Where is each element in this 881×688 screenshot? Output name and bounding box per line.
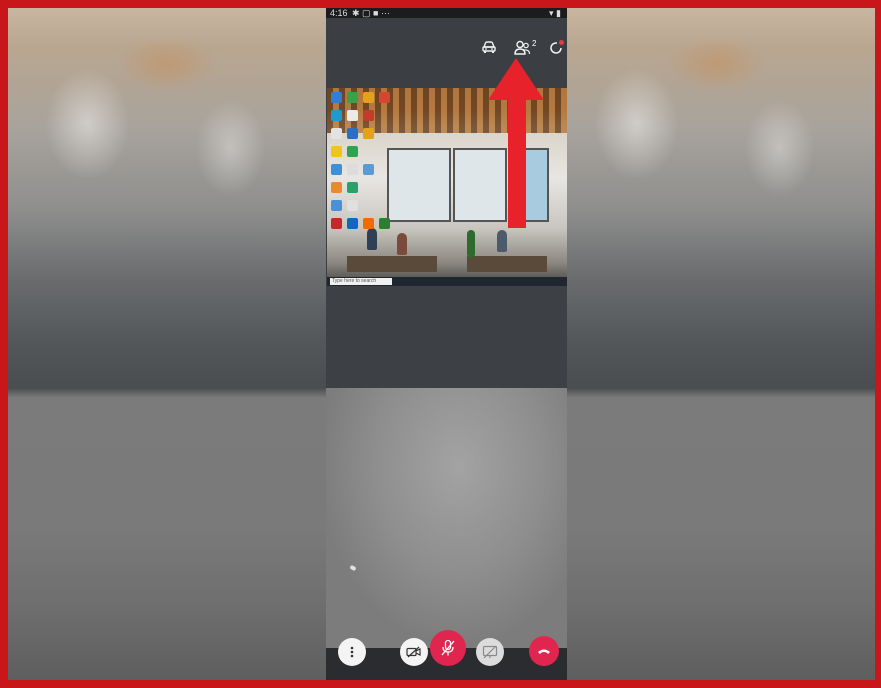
desktop-icon <box>331 164 342 175</box>
desktop-icon <box>347 218 358 229</box>
notification-dot <box>559 40 564 45</box>
office-person <box>497 230 507 252</box>
self-camera-view <box>326 388 567 648</box>
desktop-icon <box>331 128 342 139</box>
microphone-off-icon <box>441 639 455 656</box>
status-right-icons: ▾ ▮ <box>549 8 561 18</box>
share-screen-button[interactable] <box>476 638 504 666</box>
desktop-icon <box>379 92 390 103</box>
blurred-background-left <box>8 8 326 680</box>
desktop-icon <box>379 218 390 229</box>
desktop-icon <box>331 200 342 211</box>
camera-smudge <box>349 564 357 572</box>
desktop-icon <box>363 128 374 139</box>
desktop-icon <box>331 218 342 229</box>
desktop-icon <box>363 92 374 103</box>
more-vertical-icon <box>350 646 354 658</box>
office-desk <box>467 256 547 272</box>
mute-microphone-button[interactable] <box>430 630 466 666</box>
desktop-icon <box>331 110 342 121</box>
desktop-icon <box>347 128 358 139</box>
blurred-background-right <box>557 8 875 680</box>
video-frame: 4:16 ✱ ▢ ■ ··· ▾ ▮ 2 Type here to search <box>8 8 875 680</box>
remote-video-area <box>326 286 567 388</box>
status-time: 4:16 <box>330 8 348 18</box>
more-options-button[interactable] <box>338 638 366 666</box>
desktop-icon <box>363 218 374 229</box>
video-off-icon <box>406 646 421 658</box>
desktop-icon <box>347 164 358 175</box>
desktop-icon <box>347 110 358 121</box>
taskbar-search: Type here to search <box>330 278 392 285</box>
desktop-icon <box>347 92 358 103</box>
red-arrow-annotation <box>488 58 544 228</box>
hang-up-icon <box>538 649 550 654</box>
end-call-button[interactable] <box>529 636 559 666</box>
desktop-icon <box>347 200 358 211</box>
status-left-icons: ✱ ▢ ■ ··· <box>352 8 390 18</box>
office-plant <box>467 230 475 258</box>
desktop-icon <box>347 182 358 193</box>
status-bar: 4:16 ✱ ▢ ■ ··· ▾ ▮ <box>326 8 567 18</box>
office-desk <box>347 256 437 272</box>
participants-count: 2 <box>532 39 537 48</box>
car-mode-icon[interactable] <box>479 40 499 60</box>
video-off-button[interactable] <box>400 638 428 666</box>
desktop-icons <box>331 92 401 252</box>
desktop-icon <box>363 110 374 121</box>
desktop-icon <box>347 146 358 157</box>
participants-icon[interactable] <box>513 40 533 60</box>
call-controls <box>326 630 567 680</box>
desktop-icon <box>331 92 342 103</box>
windows-taskbar: Type here to search <box>327 277 567 286</box>
share-screen-off-icon <box>482 645 498 659</box>
desktop-icon <box>363 164 374 175</box>
desktop-icon <box>331 182 342 193</box>
desktop-icon <box>331 146 342 157</box>
